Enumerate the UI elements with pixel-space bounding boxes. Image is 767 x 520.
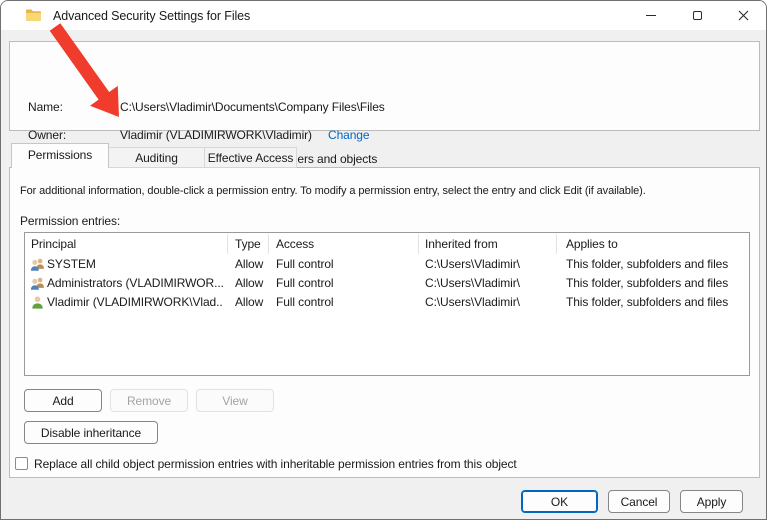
permission-entries-label: Permission entries:	[20, 214, 120, 228]
cell-type: Allow	[235, 293, 273, 312]
tab-strip: PermissionsAuditingEffective Access	[11, 143, 297, 168]
ok-button[interactable]: OK	[521, 490, 598, 513]
cell-inherited-from: C:\Users\Vladimir\	[425, 255, 561, 274]
add-button[interactable]: Add	[24, 389, 102, 412]
tab-auditing[interactable]: Auditing	[109, 147, 205, 168]
cancel-button[interactable]: Cancel	[608, 490, 670, 513]
group-icon	[30, 276, 45, 291]
permissions-tab-page: For additional information, double-click…	[9, 167, 760, 478]
cell-type: Allow	[235, 255, 273, 274]
change-owner-link[interactable]: Change	[328, 128, 369, 142]
disable-inheritance-button[interactable]: Disable inheritance	[24, 421, 158, 444]
replace-child-checkbox[interactable]	[15, 457, 28, 470]
cell-principal: SYSTEM	[47, 255, 223, 274]
cell-applies-to: This folder, subfolders and files	[566, 274, 748, 293]
owner-label: Owner:	[28, 128, 66, 142]
cell-inherited-from: C:\Users\Vladimir\	[425, 293, 561, 312]
maximize-icon	[693, 11, 702, 20]
cell-principal: Administrators (VLADIMIRWOR...	[47, 274, 223, 293]
column-header-principal[interactable]: Principal	[31, 233, 221, 255]
name-value: C:\Users\Vladimir\Documents\Company File…	[120, 100, 385, 114]
cell-principal: Vladimir (VLADIMIRWORK\Vlad...	[47, 293, 223, 312]
apply-button[interactable]: Apply	[680, 490, 743, 513]
column-divider[interactable]	[268, 234, 269, 254]
cell-inherited-from: C:\Users\Vladimir\	[425, 274, 561, 293]
column-header-applies-to[interactable]: Applies to	[566, 233, 748, 255]
cell-applies-to: This folder, subfolders and files	[566, 293, 748, 312]
name-label: Name:	[28, 100, 63, 114]
column-header-inherited-from[interactable]: Inherited from	[425, 233, 561, 255]
info-text: For additional information, double-click…	[20, 185, 755, 197]
table-row[interactable]: Administrators (VLADIMIRWOR... AllowFull …	[25, 274, 749, 293]
column-header-access[interactable]: Access	[276, 233, 420, 255]
tab-permissions[interactable]: Permissions	[11, 143, 109, 168]
minimize-button[interactable]	[628, 1, 674, 30]
cell-access: Full control	[276, 293, 420, 312]
folder-icon	[25, 8, 42, 25]
close-icon	[738, 10, 749, 21]
cell-applies-to: This folder, subfolders and files	[566, 255, 748, 274]
column-divider[interactable]	[418, 234, 419, 254]
column-divider[interactable]	[227, 234, 228, 254]
table-row[interactable]: Vladimir (VLADIMIRWORK\Vlad... AllowFull …	[25, 293, 749, 312]
remove-button: Remove	[110, 389, 188, 412]
close-button[interactable]	[720, 1, 766, 30]
table-row[interactable]: SYSTEM AllowFull control C:\Users\Vladimir…	[25, 255, 749, 274]
replace-child-checkbox-label[interactable]: Replace all child object permission entr…	[34, 457, 517, 471]
cell-access: Full control	[276, 255, 420, 274]
table-body: SYSTEM AllowFull control C:\Users\Vladimir…	[25, 255, 749, 312]
owner-value: Vladimir (VLADIMIRWORK\Vladimir)	[120, 128, 312, 142]
permission-entries-table: PrincipalTypeAccessInherited fromApplies…	[24, 232, 750, 376]
cell-access: Full control	[276, 274, 420, 293]
name-owner-panel: Name: C:\Users\Vladimir\Documents\Compan…	[9, 41, 760, 131]
tab-effective-access[interactable]: Effective Access	[205, 147, 297, 168]
advanced-security-settings-dialog: Advanced Security Settings for Files Nam…	[0, 0, 767, 520]
group-icon	[30, 257, 45, 272]
maximize-button[interactable]	[674, 1, 720, 30]
minimize-icon	[646, 15, 656, 16]
title-bar: Advanced Security Settings for Files	[1, 1, 766, 30]
cell-type: Allow	[235, 274, 273, 293]
column-divider[interactable]	[556, 234, 557, 254]
user-icon	[30, 295, 45, 310]
table-header: PrincipalTypeAccessInherited fromApplies…	[25, 233, 749, 255]
view-button: View	[196, 389, 274, 412]
window-title: Advanced Security Settings for Files	[53, 9, 250, 23]
